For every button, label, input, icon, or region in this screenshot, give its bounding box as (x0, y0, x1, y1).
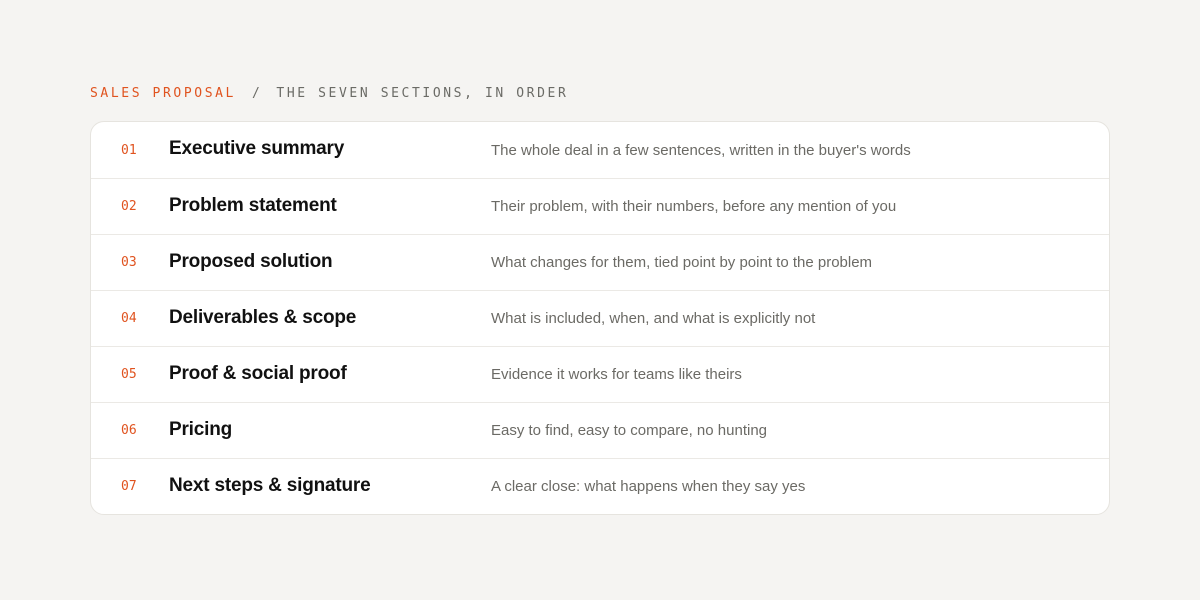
section-title: Next steps & signature (169, 474, 371, 496)
eyebrow-separator: / (251, 86, 263, 101)
section-row-05: 05 Proof & social proof Evidence it work… (91, 346, 1109, 402)
sections-list: 01 Executive summary The whole deal in a… (90, 121, 1110, 515)
page-eyebrow: SALES PROPOSAL / THE SEVEN SECTIONS, IN OR… (90, 85, 568, 103)
section-row-03: 03 Proposed solution What changes for th… (91, 234, 1109, 290)
section-number: 04 (121, 311, 137, 326)
eyebrow-label: SALES PROPOSAL (90, 86, 236, 101)
section-row-01: 01 Executive summary The whole deal in a… (91, 122, 1109, 178)
section-title: Problem statement (169, 194, 337, 216)
section-number: 03 (121, 255, 137, 270)
section-title: Executive summary (169, 138, 345, 159)
section-description: The whole deal in a few sentences, writt… (491, 141, 911, 159)
section-row-04: 04 Deliverables & scope What is included… (91, 290, 1109, 346)
section-number: 06 (121, 423, 137, 438)
section-title: Pricing (169, 418, 233, 440)
section-row-02: 02 Problem statement Their problem, with… (91, 178, 1109, 234)
section-row-06: 06 Pricing Easy to find, easy to compare… (91, 402, 1109, 458)
section-description: Easy to find, easy to compare, no huntin… (491, 422, 767, 439)
section-description: What changes for them, tied point by poi… (491, 254, 873, 271)
section-description: Evidence it works for teams like theirs (491, 366, 742, 383)
section-description: A clear close: what happens when they sa… (491, 478, 806, 495)
section-description: What is included, when, and what is expl… (491, 310, 816, 327)
eyebrow-subtitle: THE SEVEN SECTIONS, IN ORDER (276, 86, 569, 101)
section-number: 07 (121, 479, 137, 494)
section-title: Proposed solution (169, 250, 333, 272)
section-number: 01 (121, 142, 137, 158)
section-number: 02 (121, 199, 137, 214)
section-row-07: 07 Next steps & signature A clear close:… (91, 458, 1109, 514)
section-description: Their problem, with their numbers, befor… (491, 198, 897, 215)
section-title: Deliverables & scope (169, 306, 357, 328)
section-number: 05 (121, 367, 137, 382)
section-title: Proof & social proof (169, 362, 347, 384)
